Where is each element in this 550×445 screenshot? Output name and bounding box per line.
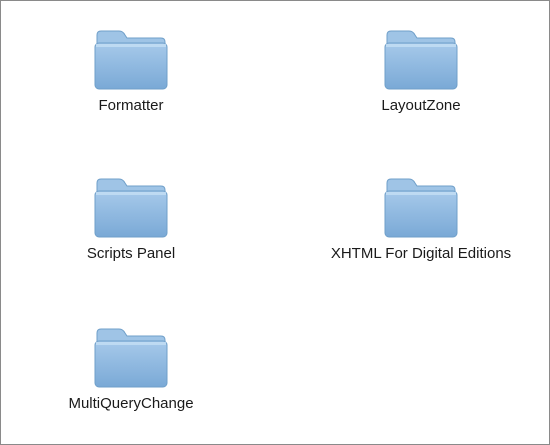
folder-icon bbox=[384, 178, 458, 238]
folder-item-multiquerychange[interactable]: MultiQueryChange bbox=[1, 327, 261, 437]
folder-item-layoutzone[interactable]: LayoutZone bbox=[291, 29, 550, 139]
folder-icon bbox=[384, 30, 458, 90]
folder-icon bbox=[94, 178, 168, 238]
folder-icon bbox=[94, 328, 168, 388]
folder-label: MultiQueryChange bbox=[68, 395, 194, 412]
folder-label: Scripts Panel bbox=[86, 245, 176, 262]
folder-item-xhtml-for-digital-editions[interactable]: XHTML For Digital Editions bbox=[291, 177, 550, 287]
finder-icon-view: Formatter LayoutZone Scripts Panel XHTML… bbox=[0, 0, 550, 445]
folder-item-formatter[interactable]: Formatter bbox=[1, 29, 261, 139]
folder-icon bbox=[94, 30, 168, 90]
folder-label: Formatter bbox=[98, 97, 164, 114]
folder-item-scripts-panel[interactable]: Scripts Panel bbox=[1, 177, 261, 287]
folder-label: LayoutZone bbox=[381, 97, 461, 114]
folder-label: XHTML For Digital Editions bbox=[330, 245, 512, 262]
